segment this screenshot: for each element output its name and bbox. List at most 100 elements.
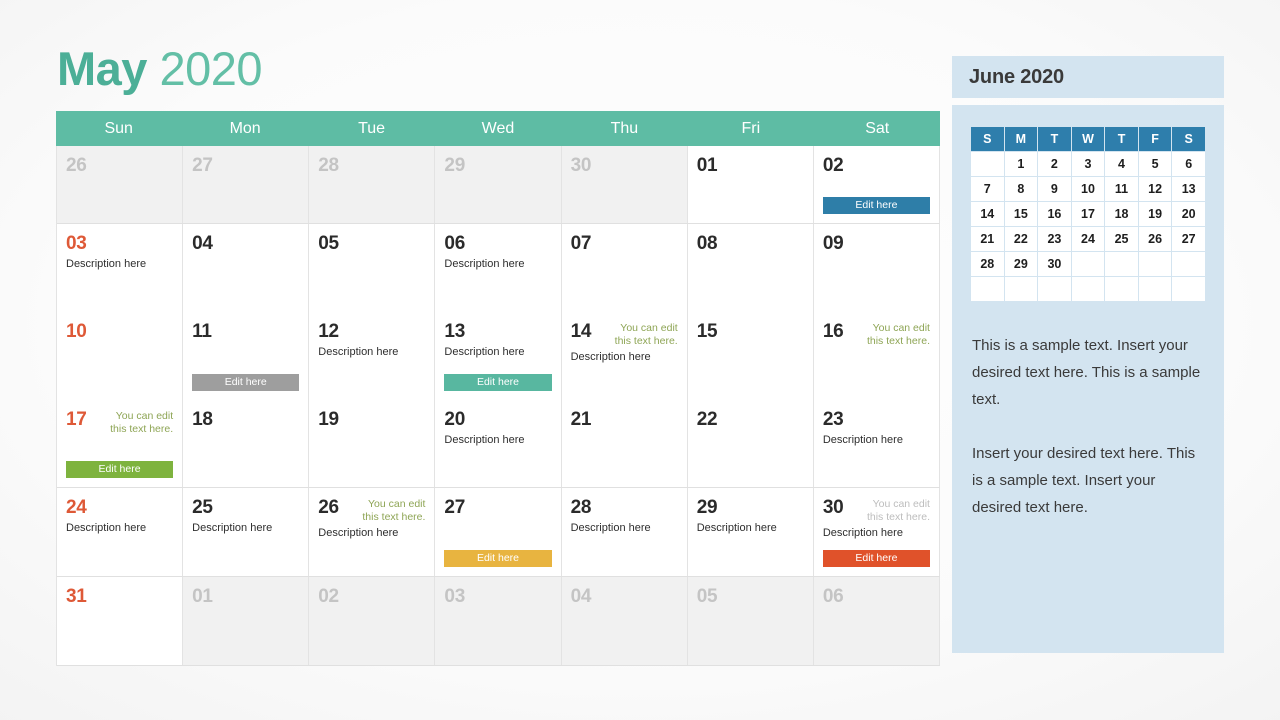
day-cell-16[interactable]: 16 You can edit this text here. xyxy=(813,312,939,400)
day-cell-08[interactable]: 08 xyxy=(687,224,813,312)
mini-day-26[interactable]: 26 xyxy=(1138,227,1172,251)
day-cell-01[interactable]: 01 xyxy=(183,577,309,665)
day-cell-17[interactable]: 17 You can edit this text here. Edit here xyxy=(57,400,183,487)
day-cell-02[interactable]: 02 xyxy=(309,577,435,665)
edit-here-button[interactable]: Edit here xyxy=(192,374,300,391)
day-cell-27[interactable]: 27 Edit here xyxy=(435,488,561,576)
day-cell-11[interactable]: 11 Edit here xyxy=(183,312,309,400)
mini-day-4[interactable]: 4 xyxy=(1105,152,1138,176)
mini-day-2[interactable]: 2 xyxy=(1038,152,1071,176)
day-note[interactable]: You can edit this text here. xyxy=(602,321,678,348)
mini-day-17[interactable]: 17 xyxy=(1071,202,1105,226)
edit-here-button[interactable]: Edit here xyxy=(822,197,930,214)
mini-day-1[interactable]: 1 xyxy=(1004,152,1038,176)
mini-day-16[interactable]: 16 xyxy=(1038,202,1071,226)
day-cell-15[interactable]: 15 xyxy=(687,312,813,400)
day-cell-06[interactable]: 06 xyxy=(813,577,939,665)
mini-day-10[interactable]: 10 xyxy=(1071,177,1105,201)
mini-day-28[interactable]: 28 xyxy=(971,252,1004,276)
mini-day-30[interactable]: 30 xyxy=(1038,252,1071,276)
day-cell-05[interactable]: 05 xyxy=(687,577,813,665)
day-cell-09[interactable]: 09 xyxy=(813,224,939,312)
mini-day-11[interactable]: 11 xyxy=(1105,177,1138,201)
day-description[interactable]: Description here xyxy=(192,521,299,535)
day-cell-29[interactable]: 29 xyxy=(435,146,561,223)
mini-day-24[interactable]: 24 xyxy=(1071,227,1105,251)
day-description[interactable]: Description here xyxy=(444,257,551,271)
day-cell-30[interactable]: 30 xyxy=(561,146,687,223)
day-cell-03[interactable]: 03 Description here xyxy=(57,224,183,312)
mini-day-8[interactable]: 8 xyxy=(1004,177,1038,201)
mini-day-25[interactable]: 25 xyxy=(1105,227,1138,251)
edit-here-button[interactable]: Edit here xyxy=(66,461,174,478)
day-note[interactable]: You can edit this text here. xyxy=(349,497,425,524)
day-description[interactable]: Description here xyxy=(823,433,930,447)
day-cell-21[interactable]: 21 xyxy=(561,400,687,487)
edit-here-button[interactable]: Edit here xyxy=(444,550,552,567)
mini-day-18[interactable]: 18 xyxy=(1105,202,1138,226)
day-cell-18[interactable]: 18 xyxy=(183,400,309,487)
edit-here-button[interactable]: Edit here xyxy=(822,550,930,567)
day-description[interactable]: Description here xyxy=(444,433,551,447)
day-cell-24[interactable]: 24 Description here xyxy=(57,488,183,576)
day-cell-13[interactable]: 13 Description here Edit here xyxy=(435,312,561,400)
day-description[interactable]: Description here xyxy=(66,521,173,535)
mini-day-21[interactable]: 21 xyxy=(971,227,1004,251)
mini-day-9[interactable]: 9 xyxy=(1038,177,1071,201)
day-description[interactable]: Description here xyxy=(571,521,678,535)
edit-here-button[interactable]: Edit here xyxy=(444,374,552,391)
mini-day-13[interactable]: 13 xyxy=(1172,177,1205,201)
day-cell-19[interactable]: 19 xyxy=(309,400,435,487)
day-description[interactable]: Description here xyxy=(66,257,173,271)
mini-day-22[interactable]: 22 xyxy=(1004,227,1038,251)
day-description[interactable]: Description here xyxy=(823,526,930,540)
mini-day-27[interactable]: 27 xyxy=(1172,227,1205,251)
day-cell-28[interactable]: 28 Description here xyxy=(561,488,687,576)
mini-day-12[interactable]: 12 xyxy=(1138,177,1172,201)
day-cell-25[interactable]: 25 Description here xyxy=(183,488,309,576)
day-cell-26[interactable]: 26 xyxy=(57,146,183,223)
day-note[interactable]: You can edit this text here. xyxy=(854,497,930,524)
day-cell-04[interactable]: 04 xyxy=(561,577,687,665)
day-cell-23[interactable]: 23 Description here xyxy=(813,400,939,487)
day-cell-26[interactable]: 26 You can edit this text here. Descriptio… xyxy=(309,488,435,576)
mini-day-19[interactable]: 19 xyxy=(1138,202,1172,226)
day-description[interactable]: Description here xyxy=(697,521,804,535)
day-cell-01[interactable]: 01 xyxy=(687,146,813,223)
day-cell-27[interactable]: 27 xyxy=(183,146,309,223)
day-description[interactable]: Description here xyxy=(444,345,551,359)
mini-day-14[interactable]: 14 xyxy=(971,202,1004,226)
mini-day-3[interactable]: 3 xyxy=(1071,152,1105,176)
day-cell-04[interactable]: 04 xyxy=(183,224,309,312)
day-cell-31[interactable]: 31 xyxy=(57,577,183,665)
calendar-body: 26 27 28 29 30 01 02 Edit here 03 Description her… xyxy=(56,146,940,666)
day-cell-12[interactable]: 12 Description here xyxy=(309,312,435,400)
day-note[interactable]: You can edit this text here. xyxy=(97,409,173,436)
mini-day-5[interactable]: 5 xyxy=(1138,152,1172,176)
day-cell-05[interactable]: 05 xyxy=(309,224,435,312)
mini-day-15[interactable]: 15 xyxy=(1004,202,1038,226)
day-cell-20[interactable]: 20 Description here xyxy=(435,400,561,487)
day-cell-14[interactable]: 14 You can edit this text here. Descriptio… xyxy=(561,312,687,400)
day-description[interactable]: Description here xyxy=(318,526,425,540)
day-cell-02[interactable]: 02 Edit here xyxy=(813,146,939,223)
day-cell-06[interactable]: 06 Description here xyxy=(435,224,561,312)
sample-paragraph[interactable]: This is a sample text. Insert your desir… xyxy=(972,332,1204,413)
day-cell-30[interactable]: 30 You can edit this text here. Descriptio… xyxy=(813,488,939,576)
mini-day-29[interactable]: 29 xyxy=(1004,252,1038,276)
day-cell-29[interactable]: 29 Description here xyxy=(687,488,813,576)
mini-day-7[interactable]: 7 xyxy=(971,177,1004,201)
day-cell-07[interactable]: 07 xyxy=(561,224,687,312)
sample-paragraph[interactable]: Insert your desired text here. This is a… xyxy=(972,440,1204,521)
calendar-column: 08 15 22 xyxy=(687,224,814,487)
day-description[interactable]: Description here xyxy=(318,345,425,359)
day-cell-10[interactable]: 10 xyxy=(57,312,183,400)
day-cell-22[interactable]: 22 xyxy=(687,400,813,487)
mini-day-23[interactable]: 23 xyxy=(1038,227,1071,251)
day-cell-28[interactable]: 28 xyxy=(309,146,435,223)
day-description[interactable]: Description here xyxy=(571,350,678,364)
day-note[interactable]: You can edit this text here. xyxy=(854,321,930,348)
mini-day-20[interactable]: 20 xyxy=(1172,202,1205,226)
mini-day-6[interactable]: 6 xyxy=(1172,152,1205,176)
day-cell-03[interactable]: 03 xyxy=(435,577,561,665)
